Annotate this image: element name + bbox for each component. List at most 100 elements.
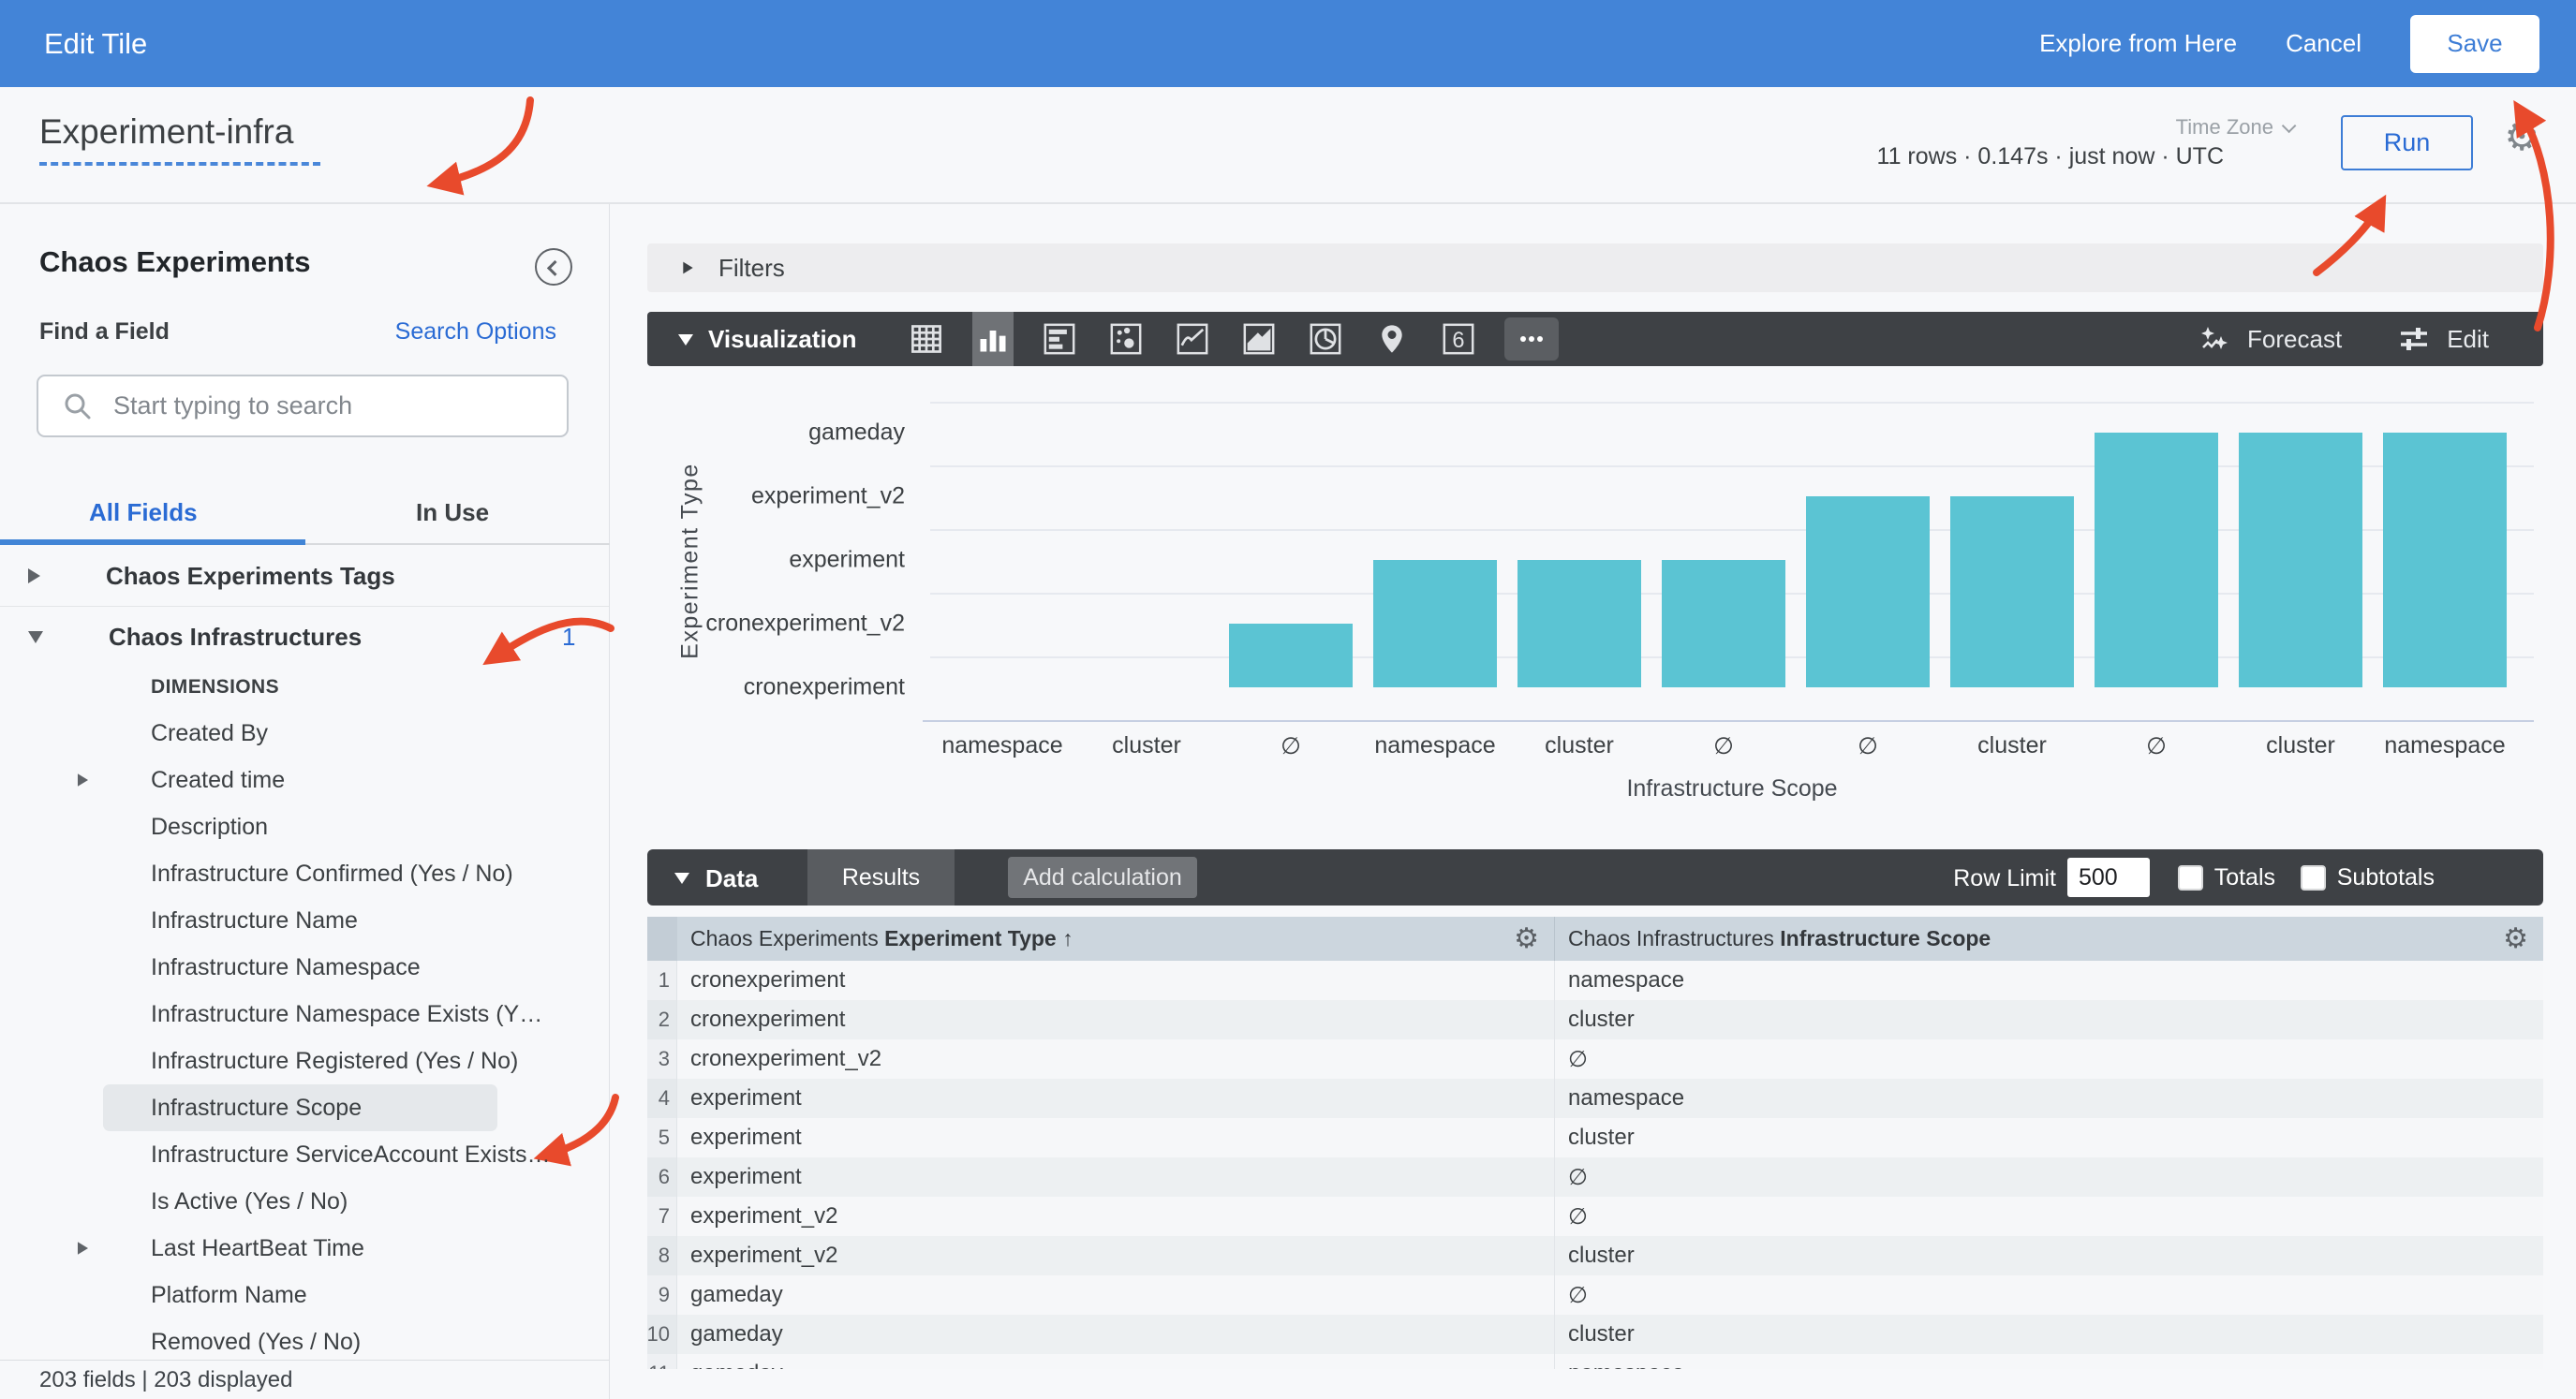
timezone-selector[interactable]: Time Zone [2176, 115, 2292, 140]
cell-infrastructure-scope[interactable]: ∅ [1555, 1275, 2543, 1315]
cell-infrastructure-scope[interactable]: ∅ [1555, 1039, 2543, 1079]
chart-bar-gameday-cluster[interactable] [2239, 433, 2362, 687]
table-row[interactable]: 5experimentcluster [647, 1118, 2543, 1157]
gear-icon[interactable]: ⚙ [2503, 922, 2528, 955]
gear-icon[interactable]: ⚙ [2504, 117, 2539, 156]
search-options-link[interactable]: Search Options [395, 318, 556, 346]
tree-group-chaos-experiments-tags[interactable]: Chaos Experiments Tags [0, 548, 609, 604]
add-calculation-button[interactable]: Add calculation [1008, 857, 1197, 898]
cell-experiment-type[interactable]: cronexperiment [677, 1000, 1555, 1039]
subtotals-checkbox[interactable] [2301, 865, 2326, 891]
tab-in-use[interactable]: In Use [416, 498, 489, 527]
cell-experiment-type[interactable]: gameday [677, 1315, 1555, 1354]
field-item-infrastructure-registered-yes-no[interactable]: Infrastructure Registered (Yes / No) [0, 1038, 609, 1084]
field-item-infrastructure-namespace[interactable]: Infrastructure Namespace [0, 944, 609, 991]
chart-bar-experiment-∅[interactable] [1662, 560, 1785, 687]
bar-chart-icon[interactable] [1039, 312, 1080, 366]
chevron-right-icon[interactable] [28, 568, 40, 583]
edit-viz-button[interactable]: Edit [2398, 323, 2489, 355]
save-button[interactable]: Save [2410, 15, 2539, 73]
field-item-infrastructure-namespace-exists-y[interactable]: Infrastructure Namespace Exists (Y… [0, 991, 609, 1038]
filters-section-header[interactable]: Filters [647, 243, 2543, 292]
gear-icon[interactable]: ⚙ [1514, 922, 1539, 955]
tree-group-chaos-infrastructures[interactable]: Chaos Infrastructures1 [0, 609, 609, 665]
column-header-infrastructure-scope[interactable]: Chaos Infrastructures Infrastructure Sco… [1555, 917, 2543, 961]
chart-bar-cronexperiment_v2-∅[interactable] [1229, 624, 1353, 687]
results-tab[interactable]: Results [807, 849, 955, 906]
table-row[interactable]: 7experiment_v2∅ [647, 1197, 2543, 1236]
field-item-is-active-yes-no[interactable]: Is Active (Yes / No) [0, 1178, 609, 1225]
collapse-visualization-icon[interactable] [678, 334, 693, 346]
pie-chart-icon[interactable] [1305, 312, 1346, 366]
table-row[interactable]: 6experiment∅ [647, 1157, 2543, 1197]
forecast-button[interactable]: Forecast [2198, 323, 2342, 355]
cell-infrastructure-scope[interactable]: cluster [1555, 1315, 2543, 1354]
tile-title[interactable]: Experiment-infra [39, 112, 293, 152]
cell-experiment-type[interactable]: experiment [677, 1157, 1555, 1197]
single-value-icon[interactable]: 6 [1438, 312, 1479, 366]
field-item-infrastructure-confirmed-yes-no[interactable]: Infrastructure Confirmed (Yes / No) [0, 850, 609, 897]
chart-bar-experiment_v2-cluster[interactable] [1950, 496, 2074, 687]
area-chart-icon[interactable] [1238, 312, 1280, 366]
field-item-created-by[interactable]: Created By [0, 710, 609, 757]
cell-infrastructure-scope[interactable]: cluster [1555, 1118, 2543, 1157]
field-item-last-heartbeat-time[interactable]: Last HeartBeat Time [0, 1225, 609, 1272]
cell-experiment-type[interactable]: cronexperiment [677, 961, 1555, 1000]
table-row[interactable]: 9gameday∅ [647, 1275, 2543, 1315]
subtotals-checkbox-group[interactable]: Subtotals [2301, 864, 2435, 891]
search-input[interactable] [113, 391, 526, 420]
table-row[interactable]: 11gamedaynamespace [647, 1354, 2543, 1369]
column-chart-icon[interactable] [972, 312, 1014, 366]
cell-experiment-type[interactable]: gameday [677, 1275, 1555, 1315]
tab-all-fields[interactable]: All Fields [89, 498, 198, 527]
cell-experiment-type[interactable]: experiment_v2 [677, 1197, 1555, 1236]
cancel-button[interactable]: Cancel [2286, 29, 2361, 58]
more-viz-icon[interactable] [1504, 317, 1559, 361]
column-header-experiment-type[interactable]: Chaos Experiments Experiment Type ↑⚙ [677, 917, 1555, 961]
table-row[interactable]: 3cronexperiment_v2∅ [647, 1039, 2543, 1079]
totals-checkbox[interactable] [2178, 865, 2203, 891]
cell-experiment-type[interactable]: experiment_v2 [677, 1236, 1555, 1275]
row-limit-input[interactable] [2067, 858, 2150, 897]
field-item-infrastructure-serviceaccount-exists[interactable]: Infrastructure ServiceAccount Exists… [0, 1131, 609, 1178]
chart-bar-experiment_v2-∅[interactable] [1806, 496, 1930, 687]
cell-infrastructure-scope[interactable]: cluster [1555, 1000, 2543, 1039]
chart-bar-experiment-cluster[interactable] [1517, 560, 1641, 687]
chevron-right-icon[interactable] [78, 1242, 88, 1255]
run-button[interactable]: Run [2341, 115, 2473, 170]
field-item-infrastructure-scope[interactable]: Infrastructure Scope [0, 1084, 609, 1131]
chart-bar-experiment-namespace[interactable] [1373, 560, 1497, 687]
collapse-sidebar-icon[interactable] [535, 248, 572, 286]
field-item-description[interactable]: Description [0, 803, 609, 850]
chevron-down-icon[interactable] [28, 631, 43, 643]
cell-infrastructure-scope[interactable]: ∅ [1555, 1197, 2543, 1236]
cell-experiment-type[interactable]: experiment [677, 1079, 1555, 1118]
chart-bar-gameday-namespace[interactable] [2383, 433, 2507, 687]
cell-infrastructure-scope[interactable]: namespace [1555, 961, 2543, 1000]
chart-bar-gameday-∅[interactable] [2095, 433, 2218, 687]
cell-experiment-type[interactable]: cronexperiment_v2 [677, 1039, 1555, 1079]
table-row[interactable]: 1cronexperimentnamespace [647, 961, 2543, 1000]
collapse-data-icon[interactable] [674, 873, 689, 884]
explore-from-here-link[interactable]: Explore from Here [2039, 29, 2237, 58]
cell-infrastructure-scope[interactable]: namespace [1555, 1079, 2543, 1118]
field-item-removed-yes-no[interactable]: Removed (Yes / No) [0, 1318, 609, 1365]
table-row[interactable]: 4experimentnamespace [647, 1079, 2543, 1118]
chevron-right-icon[interactable] [78, 773, 88, 787]
table-row[interactable]: 2cronexperimentcluster [647, 1000, 2543, 1039]
table-chart-icon[interactable] [906, 312, 947, 366]
table-row[interactable]: 10gamedaycluster [647, 1315, 2543, 1354]
table-row[interactable]: 8experiment_v2cluster [647, 1236, 2543, 1275]
totals-checkbox-group[interactable]: Totals [2178, 864, 2275, 891]
field-item-infrastructure-name[interactable]: Infrastructure Name [0, 897, 609, 944]
cell-infrastructure-scope[interactable]: cluster [1555, 1236, 2543, 1275]
cell-experiment-type[interactable]: experiment [677, 1118, 1555, 1157]
map-chart-icon[interactable] [1371, 312, 1413, 366]
scatter-chart-icon[interactable] [1105, 312, 1147, 366]
cell-infrastructure-scope[interactable]: namespace [1555, 1354, 2543, 1369]
cell-infrastructure-scope[interactable]: ∅ [1555, 1157, 2543, 1197]
cell-experiment-type[interactable]: gameday [677, 1354, 1555, 1369]
field-search-box[interactable] [37, 375, 569, 437]
line-chart-icon[interactable] [1172, 312, 1213, 366]
field-item-platform-name[interactable]: Platform Name [0, 1272, 609, 1318]
